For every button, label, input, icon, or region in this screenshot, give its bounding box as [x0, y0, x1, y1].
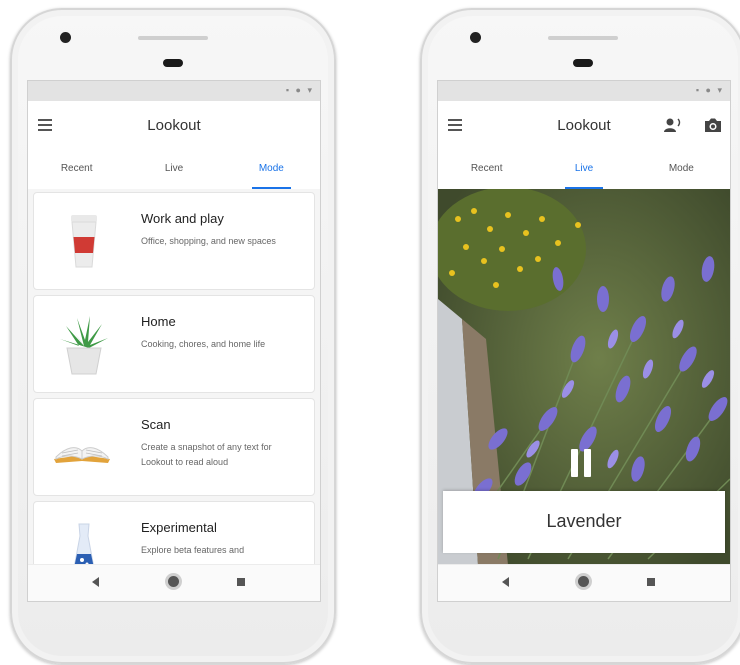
phone-left: ▪ ● ▾ Lookout Recent Live Mode Work and …: [10, 8, 336, 664]
mode-description: Create a snapshot of any text for Lookou…: [141, 442, 272, 467]
status-icons: ▪ ● ▾: [695, 85, 724, 95]
camera-icon[interactable]: [704, 117, 722, 133]
tab-bar: Recent Live Mode: [438, 153, 730, 190]
mode-title: Experimental: [141, 520, 217, 535]
mode-description: Cooking, chores, and home life: [141, 339, 266, 349]
pause-icon[interactable]: [571, 449, 593, 477]
mode-card-work-and-play[interactable]: Work and play Office, shopping, and new …: [33, 192, 315, 290]
left-screen: ▪ ● ▾ Lookout Recent Live Mode Work and …: [27, 80, 321, 602]
phone-right: ▪ ● ▾ Lookout Recent Live Mode Lavender: [420, 8, 740, 664]
mode-title: Scan: [141, 417, 171, 432]
mode-card-scan[interactable]: Scan Create a snapshot of any text for L…: [33, 398, 315, 496]
right-screen: ▪ ● ▾ Lookout Recent Live Mode Lavender: [437, 80, 731, 602]
app-bar: Lookout: [438, 101, 730, 153]
mode-list: Work and play Office, shopping, and new …: [28, 189, 320, 599]
earpiece: [138, 36, 208, 40]
tab-recent[interactable]: Recent: [438, 153, 535, 189]
app-title: Lookout: [557, 117, 611, 134]
tab-mode[interactable]: Mode: [223, 153, 320, 189]
person-voice-icon[interactable]: [664, 117, 682, 133]
system-nav-bar: [28, 564, 320, 601]
tab-mode[interactable]: Mode: [633, 153, 730, 189]
detected-label-card: Lavender: [443, 491, 725, 553]
tab-live[interactable]: Live: [535, 153, 632, 189]
mode-description: Explore beta features and: [141, 545, 245, 555]
front-camera: [470, 32, 481, 43]
app-title: Lookout: [147, 117, 201, 134]
coffee-cup-icon: [71, 215, 97, 268]
tab-bar: Recent Live Mode: [28, 153, 320, 190]
status-bar: ▪ ● ▾: [438, 81, 730, 101]
mode-title: Home: [141, 314, 176, 329]
front-camera: [60, 32, 71, 43]
earpiece: [548, 36, 618, 40]
tab-recent[interactable]: Recent: [28, 153, 125, 189]
proximity-sensor: [163, 59, 183, 67]
home-icon[interactable]: [578, 576, 589, 587]
proximity-sensor: [573, 59, 593, 67]
mode-card-home[interactable]: Home Cooking, chores, and home life: [33, 295, 315, 393]
recents-icon[interactable]: [647, 578, 655, 586]
potted-plant-icon: [60, 316, 108, 375]
status-bar: ▪ ● ▾: [28, 81, 320, 101]
home-icon[interactable]: [168, 576, 179, 587]
open-book-icon: [54, 447, 110, 463]
back-icon[interactable]: [502, 577, 509, 587]
mode-title: Work and play: [141, 211, 224, 226]
app-bar: Lookout: [28, 101, 320, 153]
tab-live[interactable]: Live: [125, 153, 222, 189]
back-icon[interactable]: [92, 577, 99, 587]
mode-description: Office, shopping, and new spaces: [141, 236, 276, 246]
system-nav-bar: [438, 564, 730, 601]
status-icons: ▪ ● ▾: [285, 85, 314, 95]
recents-icon[interactable]: [237, 578, 245, 586]
detected-label: Lavender: [546, 511, 622, 531]
live-camera-view[interactable]: Lavender: [438, 189, 730, 565]
